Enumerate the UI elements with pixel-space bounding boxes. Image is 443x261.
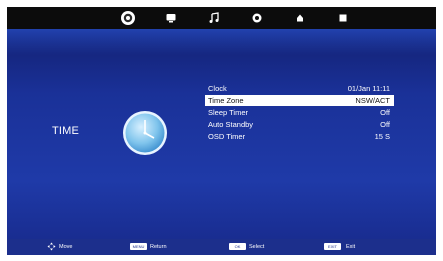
menu-tab-bar [7, 7, 436, 29]
music-note-icon [209, 12, 219, 23]
exit-key-icon: EXIT [324, 243, 341, 250]
menu-row-auto-standby[interactable]: Auto Standby Off [205, 119, 394, 130]
menu-row-time-zone[interactable]: Time Zone NSW/ACT [205, 95, 394, 106]
osd-screen: TIME Clock 01/Jan 11:11 Time Zone NSW/AC [7, 7, 436, 255]
menu-row-label: Time Zone [208, 96, 244, 105]
menu-row-label: Auto Standby [208, 120, 254, 129]
menu-row-label: Sleep Timer [208, 108, 249, 117]
exit-hint-label: Exit [346, 244, 356, 250]
menu-row-value: NSW/ACT [355, 96, 390, 105]
return-hint-label: Return [150, 244, 167, 250]
picture-icon [166, 14, 176, 23]
lock-icon [297, 14, 303, 22]
tab-option[interactable] [335, 10, 351, 26]
tab-picture[interactable] [163, 10, 179, 26]
clock-icon [252, 13, 262, 23]
menu-row-value: Off [380, 108, 390, 117]
time-settings-menu: Clock 01/Jan 11:11 Time Zone NSW/ACT Sle… [205, 83, 394, 143]
section-title: TIME [52, 125, 80, 137]
menu-row-value: Off [380, 120, 390, 129]
menu-key-icon: MENU [130, 243, 147, 250]
menu-row-clock[interactable]: Clock 01/Jan 11:11 [205, 83, 394, 94]
select-hint-label: Select [249, 244, 265, 250]
menu-row-label: OSD Timer [208, 132, 246, 141]
setup-icon [339, 14, 347, 22]
tab-lock[interactable] [292, 10, 308, 26]
menu-row-sleep-timer[interactable]: Sleep Timer Off [205, 107, 394, 118]
tab-sound[interactable] [206, 10, 222, 26]
menu-row-value: 01/Jan 11:11 [347, 84, 390, 93]
gear-icon [121, 11, 135, 25]
ok-key-icon: OK [229, 243, 246, 250]
tab-setup[interactable] [120, 10, 136, 26]
footer-hint-bar: Move MENU Return OK Select EXIT Exit [7, 239, 436, 255]
tab-time[interactable] [249, 10, 265, 26]
move-hint-label: Move [59, 244, 73, 250]
menu-row-label: Clock [208, 84, 227, 93]
move-arrows-icon [47, 242, 56, 251]
menu-row-value: 15 S [374, 132, 390, 141]
header-glow [7, 29, 436, 55]
menu-row-osd-timer[interactable]: OSD Timer 15 S [205, 131, 394, 142]
time-section-clock-icon [122, 110, 168, 156]
